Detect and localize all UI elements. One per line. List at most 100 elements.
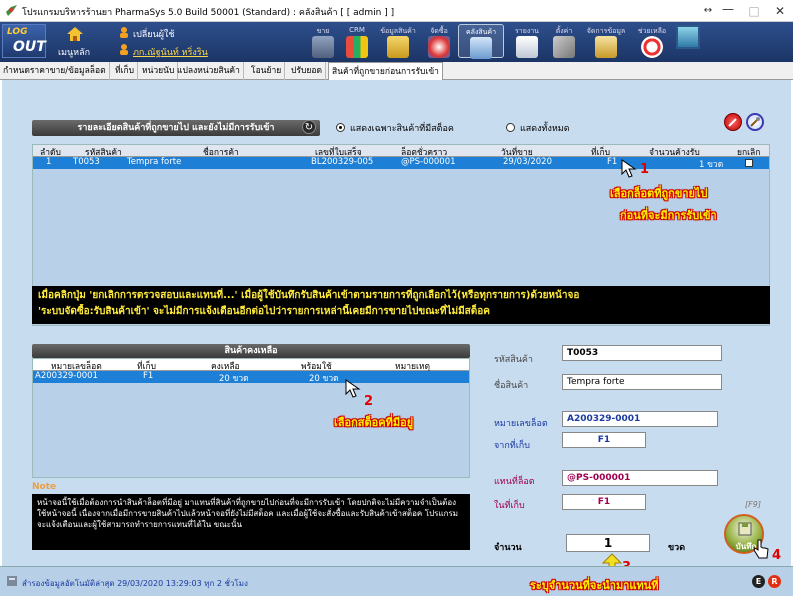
tab-units[interactable]: หน่วยนับ [139, 62, 179, 80]
refresh-icon[interactable]: ↻ [302, 120, 316, 134]
crm-button[interactable]: CRM [340, 24, 374, 58]
cancel-checkbox[interactable] [745, 159, 753, 167]
e-badge-icon[interactable]: E [752, 575, 765, 588]
product-info-button[interactable]: ข้อมูลสินค้า [376, 24, 420, 58]
backup-status: สำรองข้อมูลอัตโนมัติล่าสุด 29/03/2020 13… [22, 579, 248, 588]
report-button[interactable]: รายงาน [510, 24, 544, 58]
replace-tool-button[interactable] [746, 113, 764, 131]
pill-box-icon [387, 36, 409, 58]
step-number-4: 4 [772, 548, 782, 563]
table-row[interactable]: A200329-0001 F1 20 ขวด 20 ขวด [33, 371, 469, 384]
quantity-unit: ขวด [668, 543, 686, 553]
product-name-label: ชื่อสินค้า [494, 381, 529, 391]
lifebuoy-icon [641, 36, 663, 58]
register-icon [312, 36, 334, 58]
cell-temp-lot: @PS-000001 [401, 157, 456, 167]
quantity-field[interactable]: 1 [566, 534, 650, 552]
quantity-label: จำนวน [494, 543, 522, 553]
info-message-line1: เมื่อคลิกปุ่ม 'ยกเลิกการตรวจสอบและแทนที่… [38, 290, 580, 301]
radio-show-all[interactable] [506, 123, 515, 132]
product-code-label: รหัสสินค้า [494, 355, 533, 365]
grid-header: ลำดับ รหัสสินค้า ชื่อการค้า เลขที่ใบเสร็… [33, 145, 769, 158]
tab-adjust[interactable]: ปรับยอด [288, 62, 326, 80]
cell-location: F1 [143, 371, 154, 381]
status-bar: สำรองข้อมูลอัตโนมัติล่าสุด 29/03/2020 13… [0, 566, 793, 596]
tab-transfer[interactable]: โอนย้าย [248, 62, 286, 80]
grid-header: หมายเลขล็อต ที่เก็บ คงเหลือ พร้อมใช้ หมา… [33, 359, 469, 372]
inventory-button[interactable]: คลังสินค้า [458, 24, 504, 59]
cell-location: F1 [607, 157, 618, 167]
table-row[interactable]: 1 T0053 Tempra forte BL200329-005 @PS-00… [33, 157, 769, 170]
database-icon [7, 576, 17, 586]
sales-button[interactable]: ขาย [308, 24, 338, 58]
tab-unit-convert[interactable]: แปลงหน่วยสินค้า [174, 62, 244, 80]
cell-code: T0053 [73, 157, 100, 167]
crm-chart-icon [346, 36, 368, 58]
cell-remaining: 20 ขวด [219, 374, 249, 384]
radio-stock-only-label: แสดงเฉพาะสินค้าที่มีสต็อค [350, 124, 454, 134]
settings-button[interactable]: ตั้งค่า [548, 24, 580, 58]
tab-price-lot[interactable]: กำหนดราคาขาย/ข้อมูลล็อต [0, 62, 110, 80]
home-button[interactable]: เมนูหลัก [52, 24, 98, 58]
r-badge-icon[interactable]: R [768, 575, 781, 588]
wrench-icon [728, 118, 737, 127]
database-icon [595, 36, 617, 58]
home-label: เมนูหลัก [58, 48, 91, 58]
step-number-1: 1 [640, 162, 650, 177]
tab-sold-before-receive[interactable]: สินค้าที่ถูกขายก่อนการรับเข้า [328, 62, 443, 81]
tools-icon [553, 36, 575, 58]
warehouse-icon [470, 37, 492, 59]
title-bar: โปรแกรมบริหารร้านยา PharmaSys 5.0 Build … [0, 0, 793, 22]
in-location-label: ในที่เก็บ [494, 501, 525, 511]
change-user-area[interactable]: เปลี่ยนผู้ใช้ ภก.ณัฐนันท์ หริ่งริน [116, 24, 226, 58]
annotation-select-stock: เลือกสต็อคที่มีอยู่ [334, 416, 414, 429]
purchase-button[interactable]: จัดซื้อ [422, 24, 456, 58]
cell-trade-name: Tempra forte [127, 157, 182, 167]
info-message: เมื่อคลิกปุ่ม 'ยกเลิกการตรวจสอบและแทนที่… [32, 286, 770, 324]
cell-seq: 1 [46, 157, 52, 167]
info-message-line2: 'ระบบจัดซื้อ:รับสินค้าเข้า' จะไม่มีการแจ… [38, 306, 490, 317]
annotation-select-sold-lot: เลือกล็อตที่ถูกขายไป [610, 187, 708, 200]
logout-label-bottom: OUT [13, 39, 46, 55]
from-location-field[interactable]: F1 [562, 432, 646, 448]
annotation-before-receive: ก่อนที่จะมีการรับเข้า [620, 209, 717, 222]
logout-label-top: LOG [7, 27, 28, 37]
cursor-arrow-icon [621, 159, 637, 178]
cancel-check-button[interactable] [724, 113, 742, 131]
note-title: Note [32, 482, 57, 492]
from-location-label: จากที่เก็บ [494, 441, 530, 451]
close-button[interactable]: ✕ [764, 0, 793, 22]
section-sold-items-title: รายละเอียดสินค้าที่ถูกขายไป และยังไม่มีก… [32, 120, 320, 136]
cell-available: 20 ขวด [309, 374, 339, 384]
product-code-field[interactable]: T0053 [562, 345, 722, 361]
pills-icon [428, 36, 450, 58]
current-user-name: ภก.ณัฐนันท์ หริ่งริน [133, 48, 208, 58]
lot-number-label: หมายเลขล็อต [494, 419, 548, 429]
annotation-enter-quantity: ระบุจำนวนที่จะนำมาแทนที่ [530, 579, 659, 592]
home-icon [67, 27, 83, 41]
help-button[interactable]: ช่วยเหลือ [632, 24, 672, 58]
window-toggle-icon[interactable] [676, 25, 700, 49]
data-management-button[interactable]: จัดการข้อมูล [582, 24, 630, 58]
in-location-field[interactable]: F1 [562, 494, 646, 510]
cell-sale-date: 29/03/2020 [503, 157, 552, 167]
user-icon [120, 44, 128, 55]
change-user-label: เปลี่ยนผู้ใช้ [133, 30, 175, 40]
save-icon [738, 522, 752, 536]
lot-number-field[interactable]: A200329-0001 [562, 411, 718, 427]
radio-stock-only[interactable] [336, 123, 345, 132]
tab-storage[interactable]: ที่เก็บ [112, 62, 139, 80]
cursor-arrow-icon [345, 379, 361, 398]
replace-lot-field[interactable]: @PS-000001 [562, 470, 718, 486]
note-box: หน้าจอนี้ใช้เมื่อต้องการนำสินค้าล็อตที่ม… [32, 494, 470, 550]
window-title: โปรแกรมบริหารร้านยา PharmaSys 5.0 Build … [22, 8, 395, 18]
logout-button[interactable]: LOG OUT [2, 24, 46, 58]
crm-label: CRM [349, 26, 365, 34]
user-icon [120, 27, 128, 38]
cell-lot-no: A200329-0001 [35, 371, 98, 381]
section-stock-title: สินค้าคงเหลือ [32, 344, 470, 358]
tools-icon [750, 117, 760, 127]
cell-receipt-no: BL200329-005 [311, 157, 374, 167]
product-name-field[interactable]: Tempra forte [562, 374, 722, 390]
replace-lot-label: แทนที่ล็อต [494, 477, 535, 487]
